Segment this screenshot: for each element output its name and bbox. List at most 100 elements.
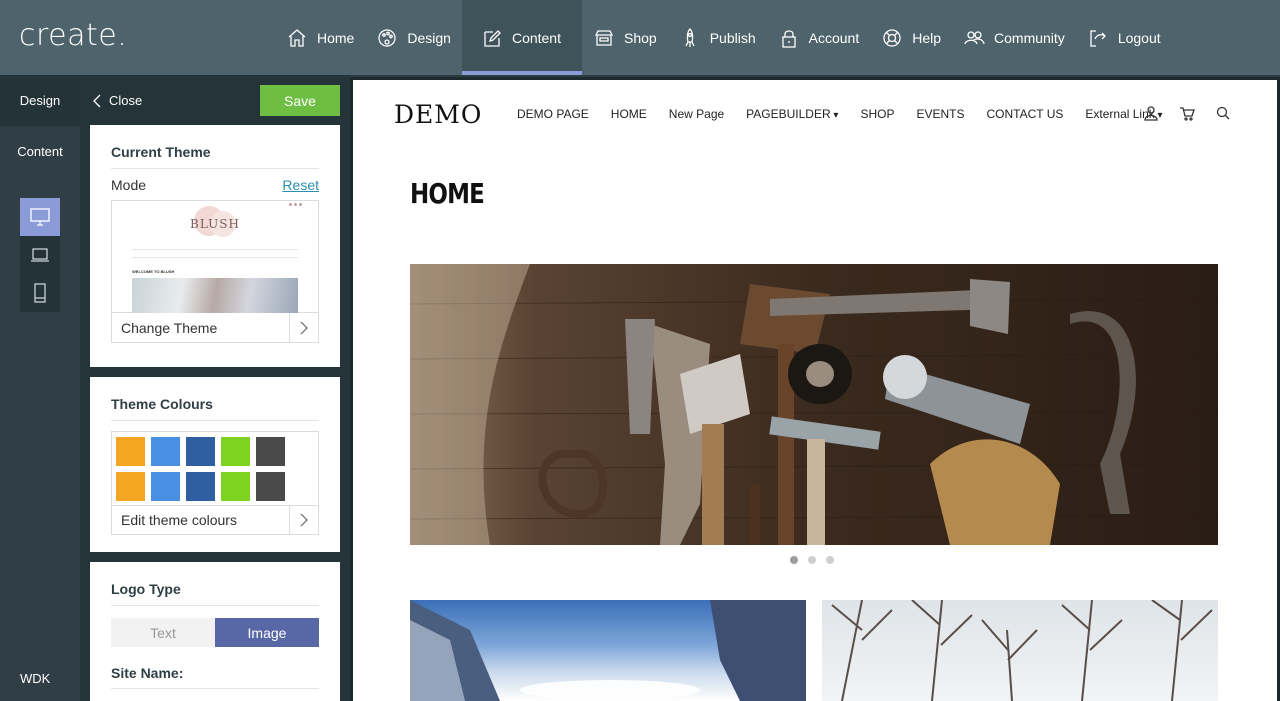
nav-design-label: Design bbox=[407, 29, 451, 46]
rail-content[interactable]: Content bbox=[0, 126, 80, 177]
laptop-icon bbox=[31, 248, 49, 262]
colour-swatch[interactable] bbox=[256, 472, 285, 501]
rail-wdk[interactable]: WDK bbox=[20, 671, 50, 686]
tools-photo bbox=[410, 264, 1218, 545]
forest-tile-image[interactable] bbox=[822, 600, 1218, 701]
site-nav-home[interactable]: HOME bbox=[611, 107, 647, 121]
nav-design[interactable]: Design bbox=[365, 0, 462, 75]
site-logo[interactable]: DEMO bbox=[394, 100, 482, 129]
rocket-icon bbox=[685, 27, 695, 47]
theme-colours-card: Theme Colours Edit theme colours bbox=[90, 377, 340, 552]
colour-swatch[interactable] bbox=[221, 472, 250, 501]
nav-community-label: Community bbox=[994, 29, 1065, 46]
main-nav: Home Design Content Shop Publish Account… bbox=[275, 0, 1172, 75]
page-title: HOME bbox=[410, 177, 485, 210]
theme-thumbnail[interactable]: BLUSH WELCOME TO BLUSH Change Theme bbox=[111, 200, 319, 343]
colour-swatch[interactable] bbox=[151, 472, 180, 501]
search-icon[interactable] bbox=[1215, 105, 1231, 121]
device-switcher bbox=[20, 198, 60, 312]
slider-dot[interactable] bbox=[826, 556, 834, 564]
colour-swatch[interactable] bbox=[116, 472, 145, 501]
edit-colours-arrow bbox=[289, 505, 318, 535]
nav-help[interactable]: Help bbox=[870, 0, 952, 75]
community-icon bbox=[964, 30, 985, 44]
logo-type-toggle: Text Image bbox=[111, 618, 319, 647]
current-theme-card: Current Theme Mode Reset BLUSH WELCOME T… bbox=[90, 125, 340, 367]
edit-theme-colours-button[interactable]: Edit theme colours bbox=[112, 505, 318, 535]
site-nav-new-page[interactable]: New Page bbox=[669, 107, 724, 121]
device-laptop[interactable] bbox=[20, 236, 60, 274]
mobile-icon bbox=[34, 283, 46, 303]
theme-preview-welcome: WELCOME TO BLUSH bbox=[132, 269, 175, 274]
current-theme-title: Current Theme bbox=[111, 125, 319, 169]
site-nav-demo-page[interactable]: DEMO PAGE bbox=[517, 107, 589, 121]
colour-swatch[interactable] bbox=[256, 437, 285, 466]
colour-swatch[interactable] bbox=[151, 437, 180, 466]
nav-home-label: Home bbox=[317, 29, 355, 46]
theme-preview-photo bbox=[132, 278, 298, 313]
user-icon[interactable] bbox=[1143, 105, 1159, 121]
theme-colours-title: Theme Colours bbox=[111, 377, 319, 421]
slider-dot[interactable] bbox=[808, 556, 816, 564]
app-logo[interactable]: create. bbox=[19, 18, 127, 53]
palette-icon bbox=[378, 28, 397, 47]
nav-shop-label: Shop bbox=[624, 29, 657, 46]
site-nav: DEMO PAGE HOME New Page PAGEBUILDER SHOP… bbox=[517, 107, 1185, 121]
theme-preview-name: BLUSH bbox=[190, 217, 240, 231]
device-mobile[interactable] bbox=[20, 274, 60, 312]
colour-swatch[interactable] bbox=[221, 437, 250, 466]
left-rail: Design Content WDK bbox=[0, 75, 80, 701]
chevron-right-icon bbox=[300, 321, 308, 334]
logo-type-title: Logo Type bbox=[111, 562, 319, 606]
nav-logout[interactable]: Logout bbox=[1076, 0, 1172, 75]
slider-dots bbox=[790, 556, 834, 564]
logo-type-text-option[interactable]: Text bbox=[111, 618, 215, 647]
change-theme-label: Change Theme bbox=[121, 319, 218, 336]
hero-slider-image[interactable] bbox=[410, 264, 1218, 545]
nav-publish[interactable]: Publish bbox=[668, 0, 767, 75]
nav-home[interactable]: Home bbox=[275, 0, 365, 75]
slider-dot[interactable] bbox=[790, 556, 798, 564]
lock-icon bbox=[781, 29, 796, 48]
site-preview-frame: DEMO DEMO PAGE HOME New Page PAGEBUILDER… bbox=[350, 77, 1280, 701]
device-desktop[interactable] bbox=[20, 198, 60, 236]
nav-content[interactable]: Content bbox=[461, 0, 582, 75]
theme-preview-dots bbox=[289, 203, 302, 206]
logo-type-image-option[interactable]: Image bbox=[215, 618, 319, 647]
forest-photo bbox=[831, 600, 1213, 701]
close-button[interactable]: Close bbox=[92, 93, 142, 108]
desktop-icon bbox=[30, 208, 50, 226]
settings-panel: Close Save Current Theme Mode Reset BLUS… bbox=[80, 75, 350, 701]
site-nav-pagebuilder[interactable]: PAGEBUILDER bbox=[746, 107, 838, 121]
mountain-tile-image[interactable] bbox=[410, 600, 806, 701]
chevron-left-icon bbox=[93, 94, 101, 107]
theme-preview-nav bbox=[132, 249, 298, 258]
nav-community[interactable]: Community bbox=[952, 0, 1076, 75]
nav-account[interactable]: Account bbox=[767, 0, 871, 75]
reset-link[interactable]: Reset bbox=[282, 177, 319, 193]
save-button[interactable]: Save bbox=[260, 85, 340, 116]
edit-theme-colours-label: Edit theme colours bbox=[121, 512, 237, 528]
site-icons bbox=[1143, 105, 1231, 121]
nav-account-label: Account bbox=[808, 29, 860, 46]
colour-swatch[interactable] bbox=[186, 437, 215, 466]
colour-swatch[interactable] bbox=[186, 472, 215, 501]
cart-icon[interactable] bbox=[1179, 105, 1195, 121]
change-theme-arrow bbox=[289, 313, 318, 342]
site-name-label: Site Name: bbox=[111, 665, 319, 689]
mode-row: Mode Reset bbox=[111, 177, 319, 193]
nav-shop[interactable]: Shop bbox=[582, 0, 668, 75]
mountain-photo bbox=[410, 600, 806, 701]
site-nav-events[interactable]: EVENTS bbox=[916, 107, 964, 121]
lifebuoy-icon bbox=[883, 28, 901, 47]
rail-design[interactable]: Design bbox=[0, 75, 80, 126]
close-label: Close bbox=[109, 93, 143, 108]
nav-publish-label: Publish bbox=[709, 29, 756, 46]
site-nav-shop[interactable]: SHOP bbox=[860, 107, 894, 121]
chevron-right-icon bbox=[300, 513, 308, 527]
edit-icon bbox=[484, 29, 501, 47]
nav-logout-label: Logout bbox=[1117, 29, 1161, 46]
site-nav-contact-us[interactable]: CONTACT US bbox=[986, 107, 1063, 121]
colour-swatch[interactable] bbox=[116, 437, 145, 466]
change-theme-button[interactable]: Change Theme bbox=[112, 313, 318, 342]
